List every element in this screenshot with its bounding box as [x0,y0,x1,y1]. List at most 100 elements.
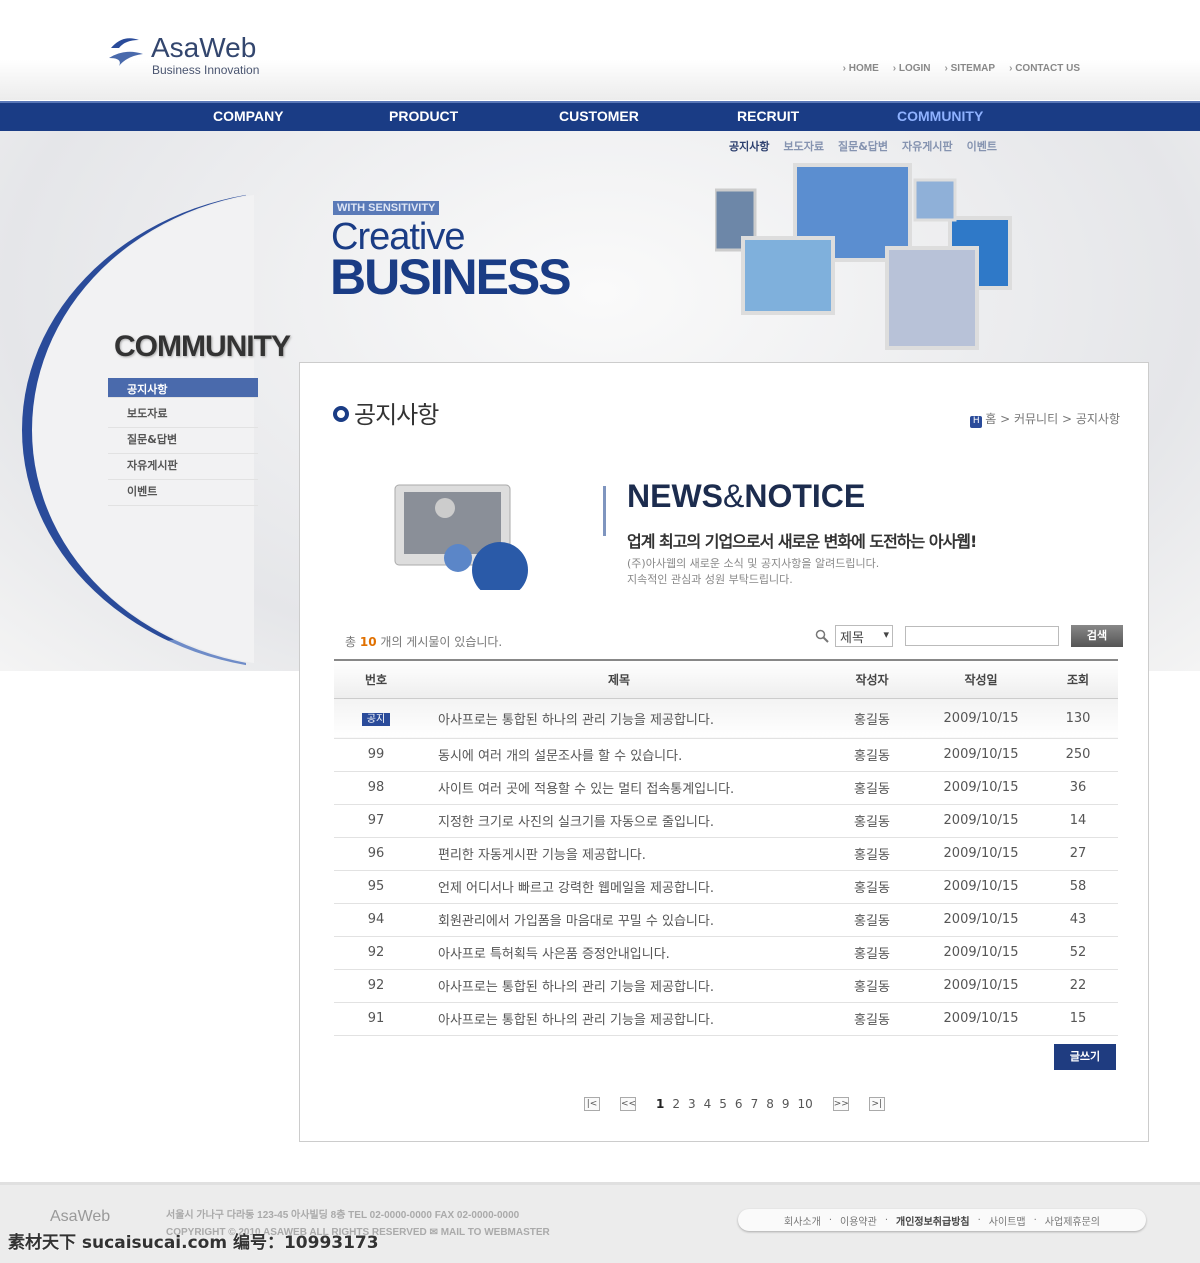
nav-product[interactable]: PRODUCT [389,108,458,124]
sidebar-item-press[interactable]: 보도자료 [108,402,258,428]
cell-title[interactable]: 아사프로는 통합된 하나의 관리 기능을 제공합니다. [418,698,820,739]
sidebar-item-qna[interactable]: 질문&답변 [108,428,258,454]
home-icon: H [970,416,983,428]
next-page-button[interactable]: >> [832,1097,849,1111]
subnav-event[interactable]: 이벤트 [967,138,997,154]
cell-title[interactable]: 사이트 여러 곳에 적용할 수 있는 멀티 접속통계입니다. [418,771,820,805]
nav-community[interactable]: COMMUNITY [897,108,983,124]
table-row[interactable]: 공지 아사프로는 통합된 하나의 관리 기능을 제공합니다. 홍길동 2009/10/… [334,698,1118,739]
page-title-text: 공지사항 [354,401,439,429]
crumb-home[interactable]: 홈 [985,412,996,426]
cell-title[interactable]: 아사프로 특허획득 사은품 증정안내입니다. [418,936,820,970]
first-page-button[interactable]: |< [584,1097,600,1111]
cell-number: 91 [334,1002,418,1036]
table-row[interactable]: 98 사이트 여러 곳에 적용할 수 있는 멀티 접속통계입니다. 홍길동 2009/… [334,771,1118,805]
breadcrumb: H홈 > 커뮤니티 > 공지사항 [970,410,1120,428]
sidebar-item-free-board[interactable]: 자유게시판 [108,454,258,480]
col-title: 제목 [418,659,820,699]
page-title: 공지사항 [333,395,439,430]
table-row[interactable]: 91 아사프로는 통합된 하나의 관리 기능을 제공합니다. 홍길동 2009/10/… [334,1002,1118,1036]
nav-company[interactable]: COMPANY [213,108,284,124]
search-icon [815,629,829,643]
table-row[interactable]: 97 지정한 크기로 사진의 실크기를 자동으로 줄입니다. 홍길동 2009/10/… [334,804,1118,838]
cell-author: 홍길동 [820,771,924,805]
hero-line2: BUSINESS [330,249,572,305]
utility-nav: HOME LOGIN SITEMAP CONTACT US [843,63,1080,74]
table-row[interactable]: 92 아사프로 특허획득 사은품 증정안내입니다. 홍길동 2009/10/15 52 [334,936,1118,970]
page-link[interactable]: 10 [797,1097,812,1111]
search-button[interactable]: 검색 [1071,625,1123,647]
search-field-select[interactable]: 제목 [835,625,893,647]
page-link[interactable]: 3 [688,1097,696,1111]
col-author: 작성자 [820,659,924,699]
subnav-free-board[interactable]: 자유게시판 [902,138,953,154]
cell-author: 홍길동 [820,870,924,904]
nav-recruit[interactable]: RECRUIT [737,108,799,124]
cell-date: 2009/10/15 [924,903,1038,937]
util-contact[interactable]: CONTACT US [1009,63,1080,74]
cell-views: 250 [1038,738,1118,772]
brand-tagline: Business Innovation [152,63,260,77]
col-views: 조회 [1038,659,1118,699]
page-link[interactable]: 4 [704,1097,712,1111]
write-button[interactable]: 글쓰기 [1054,1044,1116,1070]
subnav-qna[interactable]: 질문&답변 [838,138,888,154]
prev-page-button[interactable]: << [620,1097,636,1111]
subnav-press[interactable]: 보도자료 [783,138,823,154]
cell-number: 공지 [334,698,418,739]
hero-screens-image [715,163,1012,350]
footer-link-privacy[interactable]: 개인정보취급방침 [896,1213,970,1228]
search-input[interactable] [905,626,1059,646]
page-link[interactable]: 8 [766,1097,774,1111]
page-link[interactable]: 6 [735,1097,743,1111]
footer-logo: AsaWeb [50,1208,111,1225]
footer-link-terms[interactable]: 이용약관 [840,1213,877,1228]
cell-number: 99 [334,738,418,772]
brand-name: AsaWeb [151,32,257,63]
pagination: |< << 1 2 3 4 5 6 7 8 9 10 >> >| [578,1097,891,1111]
cell-title[interactable]: 편리한 자동게시판 기능을 제공합니다. [418,837,820,871]
sidebar-menu: 공지사항 보도자료 질문&답변 자유게시판 이벤트 [108,378,258,506]
cell-author: 홍길동 [820,936,924,970]
table-row[interactable]: 92 아사프로는 통합된 하나의 관리 기능을 제공합니다. 홍길동 2009/10/… [334,969,1118,1003]
cell-date: 2009/10/15 [924,837,1038,871]
page-link[interactable]: 7 [751,1097,759,1111]
page-link[interactable]: 5 [719,1097,727,1111]
page-link[interactable]: 1 [656,1097,664,1111]
sidebar-item-notice[interactable]: 공지사항 [108,378,258,398]
subnav-notice[interactable]: 공지사항 [729,138,769,154]
cell-views: 43 [1038,903,1118,937]
table-row[interactable]: 96 편리한 자동게시판 기능을 제공합니다. 홍길동 2009/10/15 27 [334,837,1118,871]
cell-title[interactable]: 회원관리에서 가입폼을 마음대로 꾸밀 수 있습니다. [418,903,820,937]
page-link[interactable]: 2 [672,1097,680,1111]
cell-date: 2009/10/15 [924,698,1038,739]
nav-customer[interactable]: CUSTOMER [559,108,639,124]
util-login[interactable]: LOGIN [893,63,931,74]
table-row[interactable]: 99 동시에 여러 개의 설문조사를 할 수 있습니다. 홍길동 2009/10/15… [334,738,1118,772]
cell-title[interactable]: 아사프로는 통합된 하나의 관리 기능을 제공합니다. [418,969,820,1003]
cell-title[interactable]: 동시에 여러 개의 설문조사를 할 수 있습니다. [418,738,820,772]
cell-views: 130 [1038,698,1118,739]
cell-author: 홍길동 [820,698,924,739]
table-row[interactable]: 95 언제 어디서나 빠르고 강력한 웹메일을 제공합니다. 홍길동 2009/10/… [334,870,1118,904]
footer-link-about[interactable]: 회사소개 [784,1213,821,1228]
cell-title[interactable]: 지정한 크기로 사진의 실크기를 자동으로 줄입니다. [418,804,820,838]
cell-author: 홍길동 [820,837,924,871]
page-link[interactable]: 9 [782,1097,790,1111]
cell-title[interactable]: 아사프로는 통합된 하나의 관리 기능을 제공합니다. [418,1002,820,1036]
intro-subtitle: 업계 최고의 기업으로서 새로운 변화에 도전하는 아사웹! [627,532,977,551]
last-page-button[interactable]: >| [868,1097,885,1111]
util-sitemap[interactable]: SITEMAP [945,63,995,74]
cell-number: 95 [334,870,418,904]
cell-author: 홍길동 [820,804,924,838]
cell-title[interactable]: 언제 어디서나 빠르고 강력한 웹메일을 제공합니다. [418,870,820,904]
cell-author: 홍길동 [820,903,924,937]
cell-number: 98 [334,771,418,805]
footer-link-sitemap[interactable]: 사이트맵 [989,1213,1026,1228]
crumb-community[interactable]: 커뮤니티 [1014,412,1058,426]
util-home[interactable]: HOME [843,63,879,74]
sidebar-item-event[interactable]: 이벤트 [108,480,258,506]
watermark: 素材天下 sucaisucai.com 编号：10993173 [8,1233,379,1253]
table-row[interactable]: 94 회원관리에서 가입폼을 마음대로 꾸밀 수 있습니다. 홍길동 2009/10/… [334,903,1118,937]
footer-link-partnership[interactable]: 사업제휴문의 [1045,1213,1100,1228]
